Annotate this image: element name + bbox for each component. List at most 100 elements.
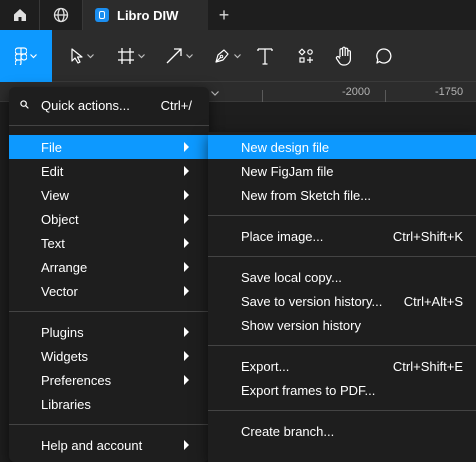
chevron-right-icon: [184, 238, 189, 248]
menu-divider: [208, 215, 476, 216]
chevron-down-icon: [30, 53, 37, 58]
toolbar: [0, 30, 476, 82]
menu-item-text[interactable]: Text: [9, 231, 209, 255]
tab-file[interactable]: Libro DIW: [83, 0, 208, 30]
arrow-line-icon: [166, 48, 182, 64]
place-image-item[interactable]: Place image... Ctrl+Shift+K: [208, 224, 476, 248]
menu-divider: [208, 345, 476, 346]
chevron-right-icon: [184, 440, 189, 450]
main-menu-button[interactable]: [0, 30, 52, 82]
chevron-right-icon: [184, 286, 189, 296]
shortcut-label: Ctrl+Shift+E: [392, 358, 463, 374]
chevron-right-icon: [184, 190, 189, 200]
new-from-sketch-item[interactable]: New from Sketch file...: [208, 183, 476, 207]
menu-item-libraries[interactable]: Libraries: [9, 392, 209, 416]
menu-item-label: Vector: [41, 283, 78, 299]
resources-tool-button[interactable]: [292, 30, 320, 82]
file-submenu: New design file New FigJam file New from…: [208, 132, 476, 462]
menu-item-label: Quick actions...: [41, 97, 130, 113]
new-figjam-file-item[interactable]: New FigJam file: [208, 159, 476, 183]
home-tab[interactable]: [0, 0, 40, 30]
menu-item-file[interactable]: File: [9, 135, 209, 159]
globe-icon: [53, 7, 69, 23]
menu-divider: [9, 311, 209, 312]
menu-item-label: View: [41, 187, 69, 203]
chevron-down-icon: [87, 53, 94, 58]
menu-item-label: Libraries: [41, 396, 91, 412]
chevron-right-icon: [184, 375, 189, 385]
menu-item-label: Create branch...: [241, 423, 335, 439]
cursor-arrow-icon: [71, 48, 83, 64]
figma-logo-icon: [15, 47, 27, 65]
menu-item-plugins[interactable]: Plugins: [9, 320, 209, 344]
ruler-tick: [385, 90, 386, 102]
menu-item-label: Show version history: [241, 317, 361, 333]
save-to-version-history-item[interactable]: Save to version history... Ctrl+Alt+S: [208, 289, 476, 313]
menu-item-preferences[interactable]: Preferences: [9, 368, 209, 392]
comment-tool-button[interactable]: [370, 30, 398, 82]
menu-divider: [208, 256, 476, 257]
tab-bar: Libro DIW +: [0, 0, 476, 30]
chevron-down-icon: [186, 53, 193, 58]
file-tab-title: Libro DIW: [117, 7, 179, 23]
menu-item-label: Plugins: [41, 324, 84, 340]
menu-item-help-and-account[interactable]: Help and account: [9, 433, 209, 457]
menu-divider: [208, 410, 476, 411]
ruler-label: -2000: [342, 86, 371, 98]
frame-tool-button[interactable]: [110, 30, 152, 82]
quick-actions-item[interactable]: Quick actions... Ctrl+/: [9, 93, 209, 117]
community-tab[interactable]: [40, 0, 83, 30]
comment-icon: [376, 48, 392, 64]
menu-item-label: Help and account: [41, 437, 143, 453]
hand-icon: [335, 46, 351, 66]
chevron-right-icon: [184, 166, 189, 176]
menu-item-view[interactable]: View: [9, 183, 209, 207]
menu-item-label: Widgets: [41, 348, 88, 364]
home-icon: [13, 9, 26, 21]
pen-tool-button[interactable]: [206, 30, 248, 82]
shape-tool-button[interactable]: [158, 30, 200, 82]
chevron-right-icon: [184, 142, 189, 152]
hand-tool-button[interactable]: [330, 30, 358, 82]
frame-icon: [118, 48, 134, 64]
menu-item-label: Save to version history...: [241, 293, 383, 309]
shortcut-label: Ctrl+Alt+S: [403, 293, 463, 309]
chevron-right-icon: [184, 262, 189, 272]
text-tool-button[interactable]: [252, 30, 278, 82]
chevron-down-icon: [138, 53, 145, 58]
menu-item-vector[interactable]: Vector: [9, 279, 209, 303]
menu-item-label: Export...: [241, 358, 290, 374]
menu-item-arrange[interactable]: Arrange: [9, 255, 209, 279]
save-local-copy-item[interactable]: Save local copy...: [208, 265, 476, 289]
chevron-down-icon: [234, 53, 241, 58]
ruler-tick: [262, 90, 263, 102]
new-design-file-item[interactable]: New design file: [208, 135, 476, 159]
menu-item-label: Text: [41, 235, 65, 251]
menu-item-label: Preferences: [41, 372, 112, 388]
menu-item-label: Arrange: [41, 259, 88, 275]
main-menu: Quick actions... Ctrl+/ File Edit View O…: [9, 87, 209, 462]
show-version-history-item[interactable]: Show version history: [208, 313, 476, 337]
new-tab-button[interactable]: +: [214, 0, 234, 30]
pen-icon: [215, 49, 229, 63]
shortcut-label: Ctrl+/: [160, 97, 192, 113]
search-icon: [20, 100, 29, 109]
menu-item-widgets[interactable]: Widgets: [9, 344, 209, 368]
menu-divider: [9, 424, 209, 425]
menu-item-label: New FigJam file: [241, 163, 334, 179]
menu-item-label: New from Sketch file...: [241, 187, 372, 203]
menu-item-label: Place image...: [241, 228, 324, 244]
chevron-right-icon: [184, 327, 189, 337]
pages-chevron-icon[interactable]: [211, 88, 231, 102]
menu-item-label: Object: [41, 211, 79, 227]
text-icon: [257, 48, 273, 65]
create-branch-item[interactable]: Create branch...: [208, 419, 476, 443]
menu-item-edit[interactable]: Edit: [9, 159, 209, 183]
export-item[interactable]: Export... Ctrl+Shift+E: [208, 354, 476, 378]
design-file-icon: [95, 8, 109, 22]
resources-icon: [298, 48, 313, 63]
menu-item-object[interactable]: Object: [9, 207, 209, 231]
export-frames-to-pdf-item[interactable]: Export frames to PDF...: [208, 378, 476, 402]
chevron-right-icon: [184, 351, 189, 361]
move-tool-button[interactable]: [62, 30, 102, 82]
